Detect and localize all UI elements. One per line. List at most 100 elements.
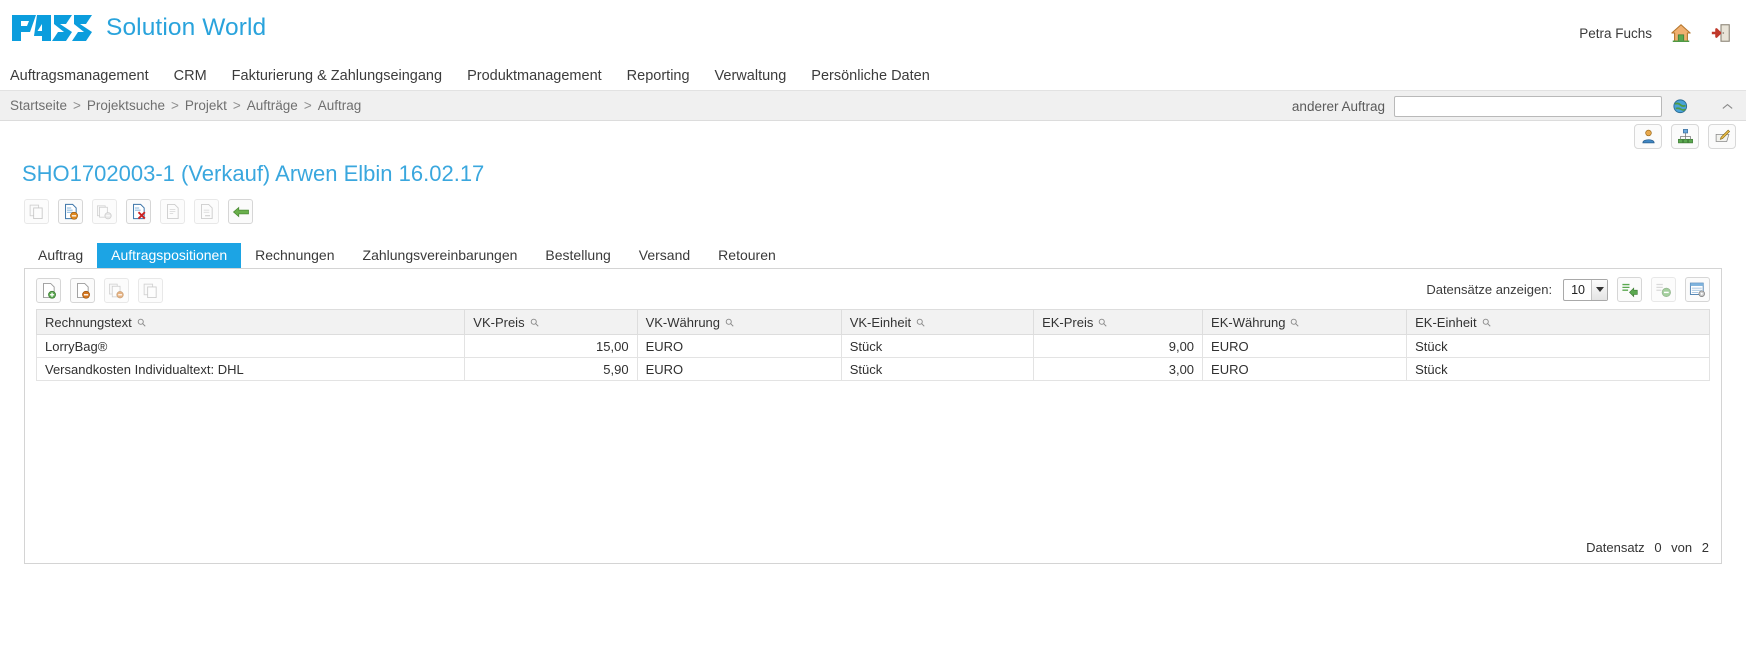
breadcrumb: Startseite > Projektsuche > Projekt > Au…: [0, 98, 361, 113]
column-settings-icon[interactable]: [1685, 277, 1710, 302]
breadcrumb-item-auftrag[interactable]: Auftrag: [318, 98, 362, 113]
tab-bestellung[interactable]: Bestellung: [531, 243, 624, 268]
page-title: SHO1702003-1 (Verkauf) Arwen Elbin 16.02…: [0, 157, 1746, 191]
cell-vk-preis: 5,90: [465, 358, 637, 381]
cell-vk-einheit: Stück: [841, 358, 1033, 381]
breadcrumb-separator: >: [304, 98, 312, 113]
tab-versand[interactable]: Versand: [625, 243, 704, 268]
column-header-vk-waehrung[interactable]: VK-Währung: [637, 310, 841, 335]
search-filter-icon[interactable]: [1290, 318, 1299, 327]
back-arrow-icon[interactable]: [228, 199, 253, 224]
user-name: Petra Fuchs: [1579, 26, 1652, 41]
pagesize-select[interactable]: 10: [1563, 279, 1608, 301]
tab-rechnungen[interactable]: Rechnungen: [241, 243, 348, 268]
nav-item-reporting[interactable]: Reporting: [627, 68, 690, 84]
column-label: EK-Währung: [1211, 315, 1285, 330]
add-row-icon[interactable]: [36, 278, 61, 303]
record-total: 2: [1702, 540, 1709, 555]
column-header-ek-preis[interactable]: EK-Preis: [1034, 310, 1203, 335]
breadcrumb-separator: >: [233, 98, 241, 113]
positions-table: Rechnungstext VK-Preis: [36, 309, 1710, 381]
record-index: 0: [1654, 540, 1661, 555]
cancel-export-icon[interactable]: [1651, 277, 1676, 302]
nav-item-produktmanagement[interactable]: Produktmanagement: [467, 68, 602, 84]
document-delete-icon[interactable]: [126, 199, 151, 224]
column-header-vk-einheit[interactable]: VK-Einheit: [841, 310, 1033, 335]
logo-wordmark: Solution World: [106, 14, 266, 42]
column-header-ek-einheit[interactable]: EK-Einheit: [1407, 310, 1710, 335]
nav-item-auftragsmanagement[interactable]: Auftragsmanagement: [10, 68, 149, 84]
column-label: Rechnungstext: [45, 315, 132, 330]
main-navigation: Auftragsmanagement CRM Fakturierung & Za…: [0, 62, 1746, 90]
record-of-label: von: [1671, 540, 1692, 555]
column-label: VK-Preis: [473, 315, 524, 330]
export-rows-icon[interactable]: [1617, 277, 1642, 302]
breadcrumb-item-projekt[interactable]: Projekt: [185, 98, 227, 113]
column-header-ek-waehrung[interactable]: EK-Währung: [1203, 310, 1407, 335]
grid-options: Datensätze anzeigen: 10: [1426, 277, 1710, 302]
record-counter: Datensatz 0 von 2: [1586, 540, 1709, 555]
pagesize-value: 10: [1564, 280, 1591, 300]
cell-vk-waehrung: EURO: [637, 335, 841, 358]
table-row[interactable]: LorryBag® 15,00 EURO Stück 9,00 EURO Stü…: [37, 335, 1710, 358]
column-header-rechnungstext[interactable]: Rechnungstext: [37, 310, 465, 335]
positions-panel: Datensätze anzeigen: 10: [24, 268, 1722, 564]
customer-icon[interactable]: [1634, 124, 1662, 149]
nav-item-fakturierung[interactable]: Fakturierung & Zahlungseingang: [232, 68, 442, 84]
column-label: VK-Einheit: [850, 315, 911, 330]
cell-rechnungstext: LorryBag®: [37, 335, 465, 358]
cell-rechnungstext: Versandkosten Individualtext: DHL: [37, 358, 465, 381]
tab-retouren[interactable]: Retouren: [704, 243, 790, 268]
search-filter-icon[interactable]: [725, 318, 734, 327]
breadcrumb-item-auftraege[interactable]: Aufträge: [247, 98, 298, 113]
nav-item-verwaltung[interactable]: Verwaltung: [715, 68, 787, 84]
cell-ek-preis: 3,00: [1034, 358, 1203, 381]
table-row[interactable]: Versandkosten Individualtext: DHL 5,90 E…: [37, 358, 1710, 381]
column-label: EK-Einheit: [1415, 315, 1476, 330]
note-edit-icon[interactable]: [1708, 124, 1736, 149]
column-header-vk-preis[interactable]: VK-Preis: [465, 310, 637, 335]
search-filter-icon[interactable]: [1098, 318, 1107, 327]
breadcrumb-item-startseite[interactable]: Startseite: [10, 98, 67, 113]
globe-search-icon[interactable]: [1671, 97, 1691, 117]
search-filter-icon[interactable]: [1482, 318, 1491, 327]
pagesize-label: Datensätze anzeigen:: [1426, 282, 1552, 297]
nav-item-crm[interactable]: CRM: [174, 68, 207, 84]
hierarchy-icon[interactable]: [1671, 124, 1699, 149]
cell-vk-waehrung: EURO: [637, 358, 841, 381]
column-label: EK-Preis: [1042, 315, 1093, 330]
context-icon-row: [0, 121, 1746, 157]
tab-zahlungsvereinbarungen[interactable]: Zahlungsvereinbarungen: [349, 243, 532, 268]
cell-vk-preis: 15,00: [465, 335, 637, 358]
nav-item-persoenliche-daten[interactable]: Persönliche Daten: [811, 68, 930, 84]
home-icon[interactable]: [1670, 22, 1692, 44]
collapse-panel-button[interactable]: [1716, 96, 1738, 118]
copy-multiple-documents-icon[interactable]: [92, 199, 117, 224]
app-header: Solution World Petra Fuchs: [0, 0, 1746, 62]
document-import-icon[interactable]: [194, 199, 219, 224]
tab-auftrag[interactable]: Auftrag: [24, 243, 97, 268]
search-filter-icon[interactable]: [530, 318, 539, 327]
cell-ek-preis: 9,00: [1034, 335, 1203, 358]
remove-row-icon[interactable]: [70, 278, 95, 303]
table-header-row: Rechnungstext VK-Preis: [37, 310, 1710, 335]
logo[interactable]: Solution World: [10, 12, 266, 44]
remove-multiple-rows-icon[interactable]: [104, 278, 129, 303]
quick-search-label: anderer Auftrag: [1292, 99, 1385, 114]
breadcrumb-separator: >: [171, 98, 179, 113]
cell-vk-einheit: Stück: [841, 335, 1033, 358]
quick-search-input[interactable]: [1394, 96, 1662, 117]
copy-document-icon[interactable]: [24, 199, 49, 224]
cell-ek-waehrung: EURO: [1203, 358, 1407, 381]
search-filter-icon[interactable]: [916, 318, 925, 327]
copy-row-icon[interactable]: [138, 278, 163, 303]
grid-toolbar: Datensätze anzeigen: 10: [25, 269, 1721, 309]
tab-auftragspositionen[interactable]: Auftragspositionen: [97, 243, 241, 268]
breadcrumb-separator: >: [73, 98, 81, 113]
document-remove-icon[interactable]: [58, 199, 83, 224]
logout-icon[interactable]: [1710, 22, 1732, 44]
breadcrumb-item-projektsuche[interactable]: Projektsuche: [87, 98, 165, 113]
document-export-icon[interactable]: [160, 199, 185, 224]
quick-search-area: anderer Auftrag: [1292, 91, 1738, 122]
search-filter-icon[interactable]: [137, 318, 146, 327]
